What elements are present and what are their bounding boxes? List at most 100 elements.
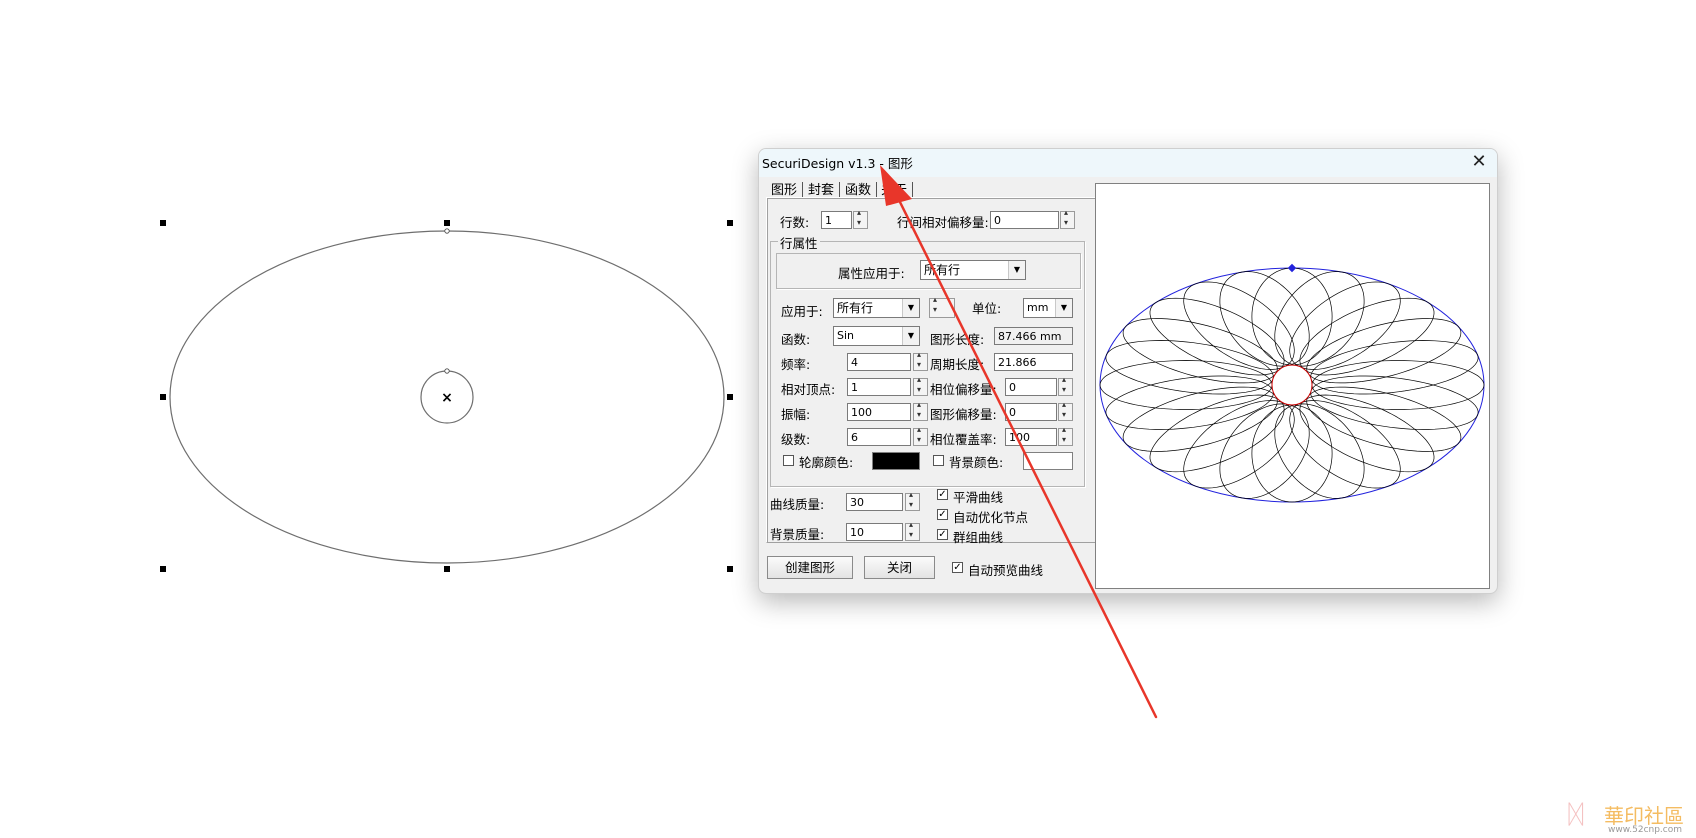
apply-props-value: 所有行: [924, 263, 961, 277]
chevron-down-icon[interactable]: ▼: [1008, 261, 1025, 279]
shape-length-label: 图形长度:: [930, 332, 985, 347]
amplitude-label: 振幅:: [781, 407, 811, 422]
apply-to-select[interactable]: 所有行 ▼: [833, 298, 920, 318]
outline-color-checkbox[interactable]: [783, 455, 794, 466]
levels-input[interactable]: 6: [847, 428, 911, 446]
preview-petal-curve: [1299, 297, 1435, 376]
smooth-curve-checkbox[interactable]: ✓: [937, 489, 948, 500]
preview-petal-curve: [1099, 360, 1273, 410]
securidesign-dialog: SecuriDesign v1.3 - 图形 ✕ 图形 封套 函数 关于 行数:…: [758, 148, 1498, 594]
phase-offset-spinner[interactable]: [1058, 375, 1073, 396]
handle-middle-left[interactable]: [160, 394, 166, 400]
chevron-down-icon[interactable]: ▼: [902, 299, 919, 317]
phase-offset-label: 相位偏移量:: [930, 382, 997, 397]
phase-coverage-label: 相位覆盖率:: [930, 432, 997, 447]
tab-separator: [876, 182, 877, 197]
phase-coverage-spinner[interactable]: [1058, 425, 1073, 446]
levels-spinner[interactable]: [913, 425, 928, 446]
preview-petal-curve: [1149, 297, 1285, 376]
preview-petal-curve: [1289, 400, 1401, 489]
preview-start-node: [1287, 263, 1297, 273]
handle-bottom-left[interactable]: [160, 566, 166, 572]
auto-optimize-label: 自动优化节点: [953, 510, 1029, 525]
function-select[interactable]: Sin ▼: [833, 326, 920, 346]
period-length-label: 周期长度:: [930, 357, 985, 372]
curve-quality-label: 曲线质量:: [770, 497, 825, 512]
unit-value: mm: [1027, 301, 1049, 314]
bg-color-checkbox[interactable]: [933, 455, 944, 466]
row-offset-input[interactable]: 0: [990, 211, 1059, 229]
preview-petal-curve: [1289, 281, 1401, 370]
preview-petal-curve: [1299, 394, 1435, 473]
chevron-down-icon[interactable]: ▼: [902, 327, 919, 345]
handle-top-left[interactable]: [160, 220, 166, 226]
preview-petal-curve: [1122, 318, 1278, 384]
handle-middle-right[interactable]: [727, 394, 733, 400]
watermark-logo: ᛞ 華印社區 www.52cnp.com: [1568, 800, 1692, 835]
preview-petal-curve: [1105, 340, 1274, 395]
rows-input[interactable]: 1: [821, 211, 852, 229]
shape-length-value: 87.466 mm: [994, 327, 1073, 345]
relative-vertex-input[interactable]: 1: [847, 378, 911, 396]
apply-props-select[interactable]: 所有行 ▼: [920, 260, 1026, 280]
amplitude-spinner[interactable]: [913, 400, 928, 421]
preview-petal-curve: [1311, 360, 1485, 410]
preview-petal-curve: [1310, 375, 1479, 430]
frequency-spinner[interactable]: [913, 350, 928, 371]
handle-top-center[interactable]: [444, 220, 450, 226]
apply-props-label: 属性应用于:: [838, 266, 905, 281]
outline-color-swatch[interactable]: [872, 452, 920, 470]
group-curves-label: 群组曲线: [953, 530, 1004, 545]
handle-bottom-right[interactable]: [727, 566, 733, 572]
group-curves-checkbox[interactable]: ✓: [937, 529, 948, 540]
auto-optimize-checkbox[interactable]: ✓: [937, 509, 948, 520]
phase-offset-input[interactable]: 0: [1005, 378, 1057, 396]
preview-petal-curve: [1122, 386, 1278, 452]
relative-vertex-label: 相对顶点:: [781, 382, 836, 397]
node-marker-top[interactable]: [444, 228, 450, 234]
curve-quality-spinner[interactable]: [905, 490, 920, 511]
preview-petal-curve: [1183, 400, 1295, 489]
bg-color-swatch[interactable]: [1023, 452, 1073, 470]
row-nav-arrows[interactable]: [929, 295, 955, 318]
shape-offset-input[interactable]: 0: [1005, 403, 1057, 421]
preview-petal-curve: [1310, 340, 1479, 395]
tab-separator: [839, 182, 840, 197]
rows-spinner[interactable]: [853, 208, 868, 229]
phase-coverage-input[interactable]: 100: [1005, 428, 1057, 446]
smooth-curve-label: 平滑曲线: [953, 490, 1004, 505]
handle-top-right[interactable]: [727, 220, 733, 226]
bg-quality-spinner[interactable]: [905, 520, 920, 541]
chevron-down-icon[interactable]: ▼: [1055, 299, 1072, 317]
auto-preview-checkbox[interactable]: ✓: [952, 562, 963, 573]
tab-function[interactable]: 函数: [845, 179, 871, 198]
guilloche-preview: [1099, 263, 1485, 503]
preview-panel: [1095, 183, 1490, 589]
frequency-input[interactable]: 4: [847, 353, 911, 371]
shape-offset-spinner[interactable]: [1058, 400, 1073, 421]
amplitude-input[interactable]: 100: [847, 403, 911, 421]
tab-shape[interactable]: 图形: [771, 179, 797, 198]
function-value: Sin: [837, 329, 855, 342]
tab-about[interactable]: 关于: [881, 179, 907, 198]
dialog-titlebar[interactable]: SecuriDesign v1.3 - 图形 ✕: [759, 149, 1497, 177]
handle-bottom-center[interactable]: [444, 566, 450, 572]
row-offset-spinner[interactable]: [1060, 208, 1075, 229]
close-icon[interactable]: ✕: [1467, 150, 1491, 174]
curve-quality-input[interactable]: 30: [846, 493, 903, 511]
bg-quality-input[interactable]: 10: [846, 523, 903, 541]
tab-envelope[interactable]: 封套: [808, 179, 834, 198]
preview-petal-curve: [1183, 281, 1295, 370]
node-marker-inner[interactable]: [444, 368, 450, 374]
period-length-input[interactable]: 21.866: [994, 353, 1073, 371]
center-marker[interactable]: ×: [441, 390, 453, 406]
levels-label: 级数:: [781, 432, 811, 447]
unit-select[interactable]: mm ▼: [1023, 298, 1073, 318]
preview-petal-curve: [1306, 318, 1462, 384]
create-shape-button[interactable]: 创建图形: [767, 556, 853, 579]
auto-preview-label: 自动预览曲线: [968, 563, 1044, 578]
preview-inner-circle: [1271, 364, 1313, 406]
close-button[interactable]: 关闭: [864, 556, 935, 579]
relative-vertex-spinner[interactable]: [913, 375, 928, 396]
bg-quality-label: 背景质量:: [770, 527, 825, 542]
